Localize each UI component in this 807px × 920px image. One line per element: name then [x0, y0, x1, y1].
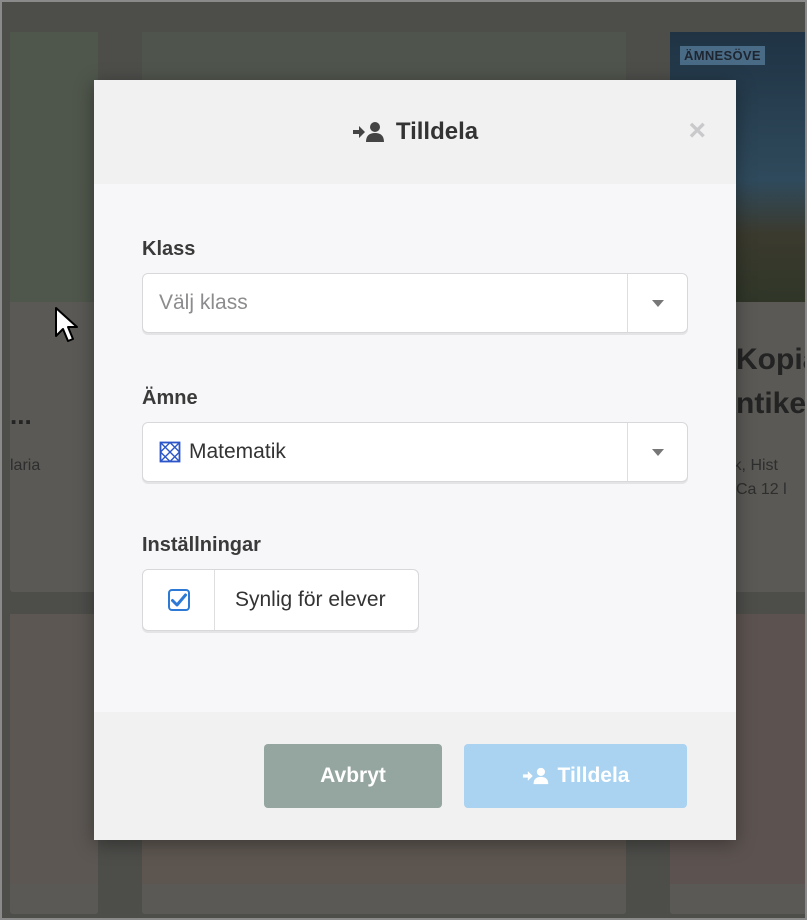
- subject-select-value: Matematik: [143, 440, 627, 464]
- checkmark-icon: [170, 593, 187, 607]
- class-select-toggle[interactable]: [627, 274, 687, 332]
- assign-button-label: Tilldela: [557, 764, 630, 787]
- card-title-line: ntike: [736, 387, 807, 420]
- settings-label: Inställningar: [142, 534, 261, 556]
- math-subject-icon: [159, 441, 181, 463]
- assign-user-icon: [352, 122, 384, 142]
- dialog-footer: Avbryt Tilldela: [94, 712, 736, 840]
- card-title-truncated: ...: [10, 400, 32, 430]
- subject-select-text: Matematik: [189, 440, 286, 463]
- dialog-body: Klass Välj klass Ämne Matematik Inställn…: [94, 184, 736, 631]
- dialog-title-text: Tilldela: [395, 118, 479, 145]
- mouse-cursor-icon: [55, 307, 78, 342]
- background-card: [10, 614, 98, 914]
- class-select-placeholder: Välj klass: [159, 291, 248, 314]
- assign-user-icon: [522, 767, 548, 785]
- chevron-down-icon: [651, 299, 664, 307]
- subject-label: Ämne: [142, 387, 198, 409]
- subject-select-toggle[interactable]: [627, 423, 687, 481]
- visible-to-students-toggle[interactable]: Synlig för elever: [142, 569, 419, 631]
- chevron-down-icon: [651, 448, 664, 456]
- card-title-line: Kopia: [736, 343, 805, 376]
- card-image: [10, 32, 98, 302]
- visible-checkbox-label[interactable]: Synlig för elever: [215, 570, 418, 630]
- cancel-button[interactable]: Avbryt: [264, 744, 442, 808]
- dialog-title: Tilldela: [352, 118, 478, 146]
- card-subtitle: laria: [10, 457, 41, 474]
- class-label: Klass: [142, 238, 196, 260]
- card-category-tag: ÄMNESÖVE: [680, 46, 765, 65]
- cancel-button-label: Avbryt: [320, 764, 386, 787]
- class-select[interactable]: Välj klass: [142, 273, 688, 333]
- assign-button[interactable]: Tilldela: [464, 744, 687, 808]
- card-subtitle: Ca 12 l: [736, 481, 787, 498]
- assign-dialog: Tilldela × Klass Välj klass Ämne Matemat…: [94, 80, 736, 840]
- subject-select[interactable]: Matematik: [142, 422, 688, 482]
- checkbox-cell[interactable]: [143, 570, 215, 630]
- dialog-header: Tilldela ×: [94, 80, 736, 184]
- close-icon[interactable]: ×: [688, 116, 706, 146]
- card-image: [10, 614, 98, 884]
- app-frame: ... laria ÄMNESÖVE Kopia ntike sik, Hist…: [0, 0, 807, 920]
- visible-checkbox[interactable]: [167, 589, 190, 611]
